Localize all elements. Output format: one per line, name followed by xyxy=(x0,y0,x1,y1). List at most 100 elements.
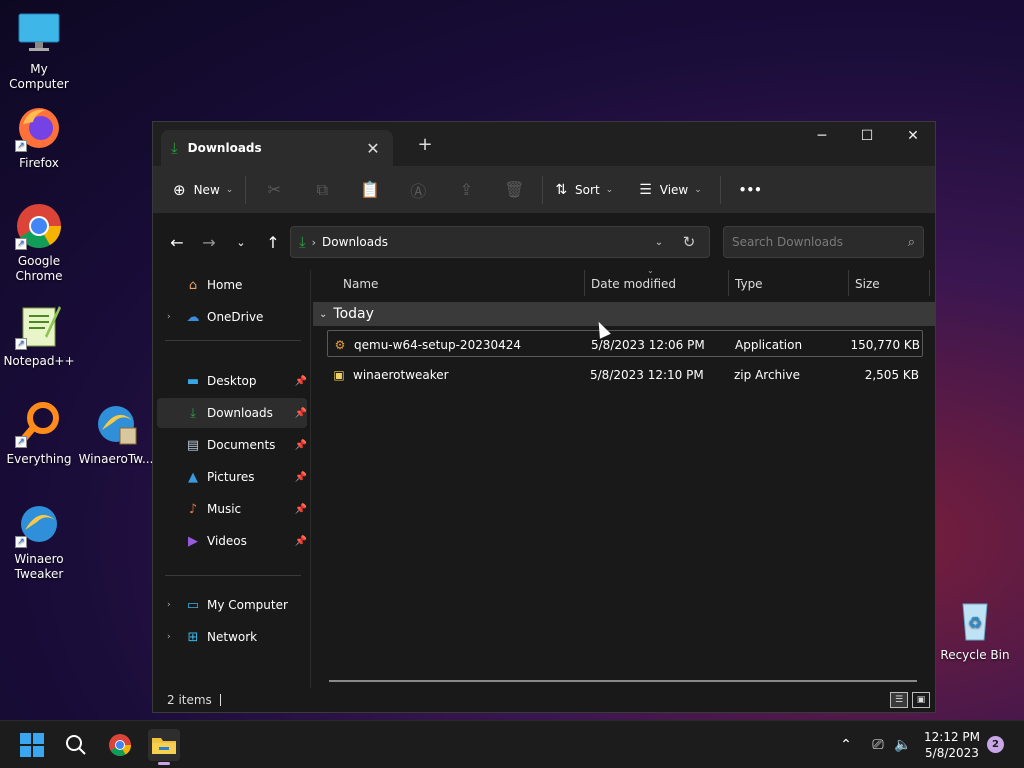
file-size: 2,505 KB xyxy=(864,367,919,382)
maximize-button[interactable]: ☐ xyxy=(844,122,890,150)
pin-icon[interactable]: 📌 xyxy=(295,408,307,419)
table-row[interactable]: ▣ winaerotweaker 5/8/2023 12:10 PM zip A… xyxy=(327,361,923,388)
desktop-icon-recycle-bin[interactable]: ♻ Recycle Bin xyxy=(935,596,1015,663)
rename-icon[interactable]: Ⓐ xyxy=(394,174,442,206)
music-icon: ♪ xyxy=(188,501,198,517)
column-header-name[interactable]: Name xyxy=(337,270,583,298)
close-window-button[interactable]: ✕ xyxy=(890,122,936,150)
new-button[interactable]: ⊕ New ⌄ xyxy=(165,174,241,206)
share-icon[interactable]: ⇪ xyxy=(442,174,490,206)
nav-item-onedrive[interactable]: › ☁ OneDrive xyxy=(157,302,307,332)
notification-badge[interactable]: 2 xyxy=(987,736,1004,753)
installer-icon: ⚙ xyxy=(334,337,346,352)
close-tab-icon[interactable]: ✕ xyxy=(363,139,383,158)
cut-icon[interactable]: ✂ xyxy=(250,174,298,206)
chevron-right-icon[interactable]: › xyxy=(167,632,171,642)
folder-icon xyxy=(152,738,176,754)
chevron-down-icon: ⌄ xyxy=(225,184,234,195)
column-header-size[interactable]: Size xyxy=(849,270,929,298)
desktop-icon-firefox[interactable]: ↗ Firefox xyxy=(0,104,79,171)
plus-circle-icon: ⊕ xyxy=(173,180,186,199)
column-header-date[interactable]: Date modified ⌄ xyxy=(585,266,728,298)
up-button[interactable]: ↑ xyxy=(257,226,289,258)
search-icon xyxy=(66,735,86,755)
ellipsis-icon: ••• xyxy=(738,182,762,197)
file-explorer-taskbar-button[interactable] xyxy=(148,729,180,765)
search-icon: ⌕ xyxy=(907,234,915,250)
new-tab-button[interactable]: + xyxy=(415,134,435,155)
nav-item-network[interactable]: › ⊞ Network xyxy=(157,622,307,652)
horizontal-scrollbar[interactable] xyxy=(329,680,917,682)
paste-icon[interactable]: 📋 xyxy=(346,174,394,206)
pin-icon[interactable]: 📌 xyxy=(295,440,307,451)
view-button[interactable]: ☰ View ⌄ xyxy=(631,174,710,206)
tab-downloads[interactable]: ⤓ Downloads ✕ xyxy=(161,130,393,166)
start-button[interactable] xyxy=(16,729,48,761)
download-arrow-icon: ⤓ xyxy=(171,139,178,157)
show-hidden-icons-button[interactable]: ⌃ xyxy=(834,721,858,768)
home-icon: ⌂ xyxy=(188,277,198,293)
desktop-icon-notepadpp[interactable]: ↗ Notepad++ xyxy=(0,302,79,369)
group-header-today[interactable]: ⌄ Today xyxy=(313,302,935,326)
chevron-right-icon[interactable]: › xyxy=(167,312,171,322)
pin-icon[interactable]: 📌 xyxy=(295,504,307,515)
minimize-button[interactable]: ─ xyxy=(799,122,845,150)
file-name: qemu-w64-setup-20230424 xyxy=(354,337,522,352)
search-input[interactable] xyxy=(732,235,882,249)
more-options-button[interactable]: ••• xyxy=(731,174,770,206)
details-view-button[interactable]: ☰ xyxy=(890,692,908,708)
nav-item-music[interactable]: ♪ Music 📌 xyxy=(157,494,307,524)
nav-item-desktop[interactable]: ▬ Desktop 📌 xyxy=(157,366,307,396)
title-bar: ⤓ Downloads ✕ + ─ ☐ ✕ xyxy=(153,122,935,166)
tiles-view-button[interactable]: ▣ xyxy=(912,692,930,708)
delete-icon[interactable]: 🗑 xyxy=(490,174,538,206)
pin-icon[interactable]: 📌 xyxy=(295,536,307,547)
nav-item-videos[interactable]: ▶ Videos 📌 xyxy=(157,526,307,556)
pin-icon[interactable]: 📌 xyxy=(295,472,307,483)
network-tray-icon[interactable]: ⎚ xyxy=(866,721,890,768)
desktop-icon-everything[interactable]: ↗ Everything xyxy=(0,400,79,467)
chevron-right-icon: › xyxy=(311,235,317,249)
back-button[interactable]: ← xyxy=(161,226,193,258)
nav-item-my-computer[interactable]: › ▭ My Computer xyxy=(157,590,307,620)
copy-icon[interactable]: ⧉ xyxy=(298,174,346,206)
recent-locations-button[interactable]: ⌄ xyxy=(225,226,257,258)
nav-item-downloads[interactable]: ⤓ Downloads 📌 xyxy=(157,398,307,428)
file-size: 150,770 KB xyxy=(850,337,920,352)
nav-item-documents[interactable]: ▤ Documents 📌 xyxy=(157,430,307,460)
view-lines-icon: ☰ xyxy=(639,181,652,198)
cloud-icon: ☁ xyxy=(186,309,200,325)
recycle-bin-icon: ♻ xyxy=(951,596,999,644)
chrome-taskbar-button[interactable] xyxy=(104,729,136,761)
zip-archive-icon: ▣ xyxy=(333,367,345,382)
file-list: Name Date modified ⌄ Type Size ⌄ Today ⚙… xyxy=(313,266,935,688)
pin-icon[interactable]: 📌 xyxy=(295,376,307,387)
chevron-down-icon[interactable]: ⌄ xyxy=(647,237,671,248)
desktop-icon-winaero-file[interactable]: WinaeroTw... xyxy=(76,400,156,467)
video-icon: ▶ xyxy=(188,533,198,549)
refresh-icon[interactable]: ↻ xyxy=(677,233,701,251)
table-row[interactable]: ⚙ qemu-w64-setup-20230424 5/8/2023 12:06… xyxy=(327,330,923,357)
monitor-icon: ▭ xyxy=(186,597,200,613)
file-date: 5/8/2023 12:10 PM xyxy=(590,367,704,382)
address-bar[interactable]: ⤓ › Downloads ⌄ ↻ xyxy=(290,226,710,258)
forward-button[interactable]: → xyxy=(193,226,225,258)
column-header-type[interactable]: Type xyxy=(729,270,848,298)
file-type: zip Archive xyxy=(734,367,800,382)
desktop-icon-winaero-tweaker[interactable]: ↗ Winaero Tweaker xyxy=(0,500,79,582)
breadcrumb[interactable]: Downloads xyxy=(322,235,388,249)
download-arrow-icon: ⤓ xyxy=(190,405,196,421)
download-arrow-icon: ⤓ xyxy=(299,233,306,251)
search-box[interactable]: ⌕ xyxy=(723,226,924,258)
windows-logo-icon xyxy=(20,733,44,757)
desktop-icon-chrome[interactable]: ↗ Google Chrome xyxy=(0,202,79,284)
clock[interactable]: 12:12 PM 5/8/2023 xyxy=(920,729,984,761)
nav-item-pictures[interactable]: ▲ Pictures 📌 xyxy=(157,462,307,492)
volume-icon[interactable]: 🔈 xyxy=(891,721,915,768)
sort-button[interactable]: ⇅ Sort ⌄ xyxy=(547,174,621,206)
desktop-icon-my-computer[interactable]: My Computer xyxy=(0,10,79,92)
search-taskbar-button[interactable] xyxy=(60,729,92,761)
nav-item-home[interactable]: ⌂ Home xyxy=(157,270,307,300)
chevron-right-icon[interactable]: › xyxy=(167,600,171,610)
file-name: winaerotweaker xyxy=(353,367,449,382)
